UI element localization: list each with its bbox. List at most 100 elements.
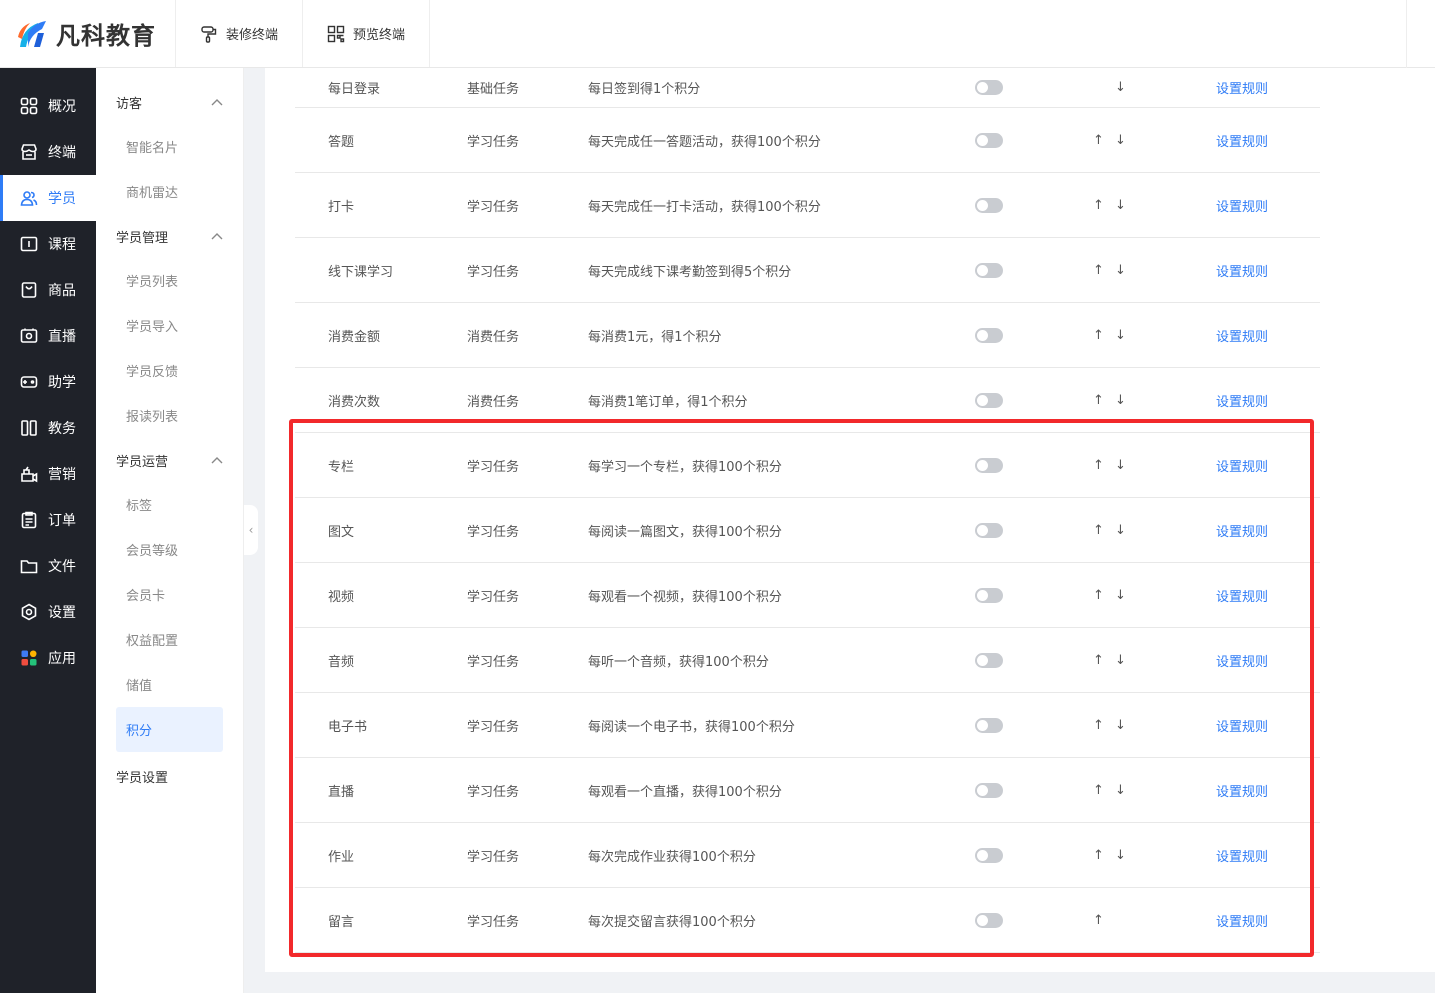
- task-enable-toggle[interactable]: [975, 522, 1003, 538]
- submenu-item[interactable]: 报读列表: [116, 393, 223, 438]
- submenu-item[interactable]: 权益配置: [116, 617, 223, 662]
- task-description: 每听一个音频，获得100个积分: [588, 654, 769, 670]
- sidebar-item-bag[interactable]: 商品: [0, 267, 96, 313]
- sidebar-item-columns[interactable]: 教务: [0, 405, 96, 451]
- set-rule-link[interactable]: 设置规则: [1216, 716, 1268, 735]
- sidebar-item-order[interactable]: 订单: [0, 497, 96, 543]
- submenu-item[interactable]: 学员导入: [116, 303, 223, 348]
- task-enable-toggle[interactable]: [975, 847, 1003, 863]
- qrcode-icon: [327, 25, 345, 42]
- set-rule-link[interactable]: 设置规则: [1216, 326, 1268, 345]
- task-enable-toggle[interactable]: [975, 80, 1003, 95]
- move-up-icon[interactable]: ↑: [1093, 848, 1104, 863]
- task-enable-toggle[interactable]: [975, 132, 1003, 148]
- set-rule-link[interactable]: 设置规则: [1216, 586, 1268, 605]
- move-up-icon[interactable]: ↑: [1093, 328, 1104, 343]
- sidebar-item-grid[interactable]: 概况: [0, 83, 96, 129]
- table-row: 线下课学习 学习任务 每天完成线下课考勤签到得5个积分 ↑ ↓ 设置规则: [295, 238, 1320, 303]
- move-down-icon[interactable]: ↓: [1115, 198, 1126, 213]
- move-down-icon[interactable]: ↓: [1115, 848, 1126, 863]
- submenu-item[interactable]: 商机雷达: [116, 169, 223, 214]
- task-description: 每次提交留言获得100个积分: [588, 914, 756, 930]
- collapse-submenu-handle[interactable]: ‹: [244, 505, 258, 555]
- submenu-group[interactable]: 学员管理: [116, 214, 223, 258]
- move-up-icon[interactable]: ↑: [1093, 263, 1104, 278]
- move-up-icon[interactable]: ↑: [1093, 393, 1104, 408]
- task-enable-toggle[interactable]: [975, 912, 1003, 928]
- sidebar-item-live[interactable]: 直播: [0, 313, 96, 359]
- brand-logo[interactable]: 凡科教育: [0, 0, 176, 67]
- move-up-icon[interactable]: ↑: [1093, 588, 1104, 603]
- task-type: 学习任务: [467, 849, 520, 865]
- task-enable-toggle[interactable]: [975, 262, 1003, 278]
- move-up-icon[interactable]: ↑: [1093, 198, 1104, 213]
- set-rule-link[interactable]: 设置规则: [1216, 196, 1268, 215]
- move-down-icon[interactable]: ↓: [1115, 393, 1126, 408]
- sidebar-item-marketing[interactable]: 营销: [0, 451, 96, 497]
- submenu-item[interactable]: 学员列表: [116, 258, 223, 303]
- task-enable-toggle[interactable]: [975, 652, 1003, 668]
- submenu-group[interactable]: 学员运营: [116, 438, 223, 482]
- sidebar-item-users[interactable]: 学员: [0, 175, 96, 221]
- task-name: 直播: [328, 784, 355, 800]
- task-type: 基础任务: [467, 82, 520, 97]
- submenu-item[interactable]: 学员反馈: [116, 348, 223, 393]
- move-up-icon[interactable]: ↑: [1093, 133, 1104, 148]
- sidebar-item-folder[interactable]: 文件: [0, 543, 96, 589]
- sidebar-item-store[interactable]: 终端: [0, 129, 96, 175]
- move-down-icon[interactable]: ↓: [1115, 133, 1126, 148]
- set-rule-link[interactable]: 设置规则: [1216, 78, 1268, 97]
- submenu-item[interactable]: 储值: [116, 662, 223, 707]
- table-row: 消费次数 消费任务 每消费1笔订单，得1个积分 ↑ ↓ 设置规则: [295, 368, 1320, 433]
- task-enable-toggle[interactable]: [975, 717, 1003, 733]
- move-down-icon[interactable]: ↓: [1115, 718, 1126, 733]
- sidebar-item-gamepad[interactable]: 助学: [0, 359, 96, 405]
- sidebar-item-apps[interactable]: 应用: [0, 635, 96, 681]
- move-down-icon[interactable]: ↓: [1115, 80, 1126, 95]
- task-enable-toggle[interactable]: [975, 327, 1003, 343]
- decorate-terminal-button[interactable]: 装修终端: [176, 0, 304, 67]
- set-rule-link[interactable]: 设置规则: [1216, 131, 1268, 150]
- move-down-icon[interactable]: ↓: [1115, 588, 1126, 603]
- move-up-icon[interactable]: ↑: [1093, 913, 1104, 928]
- set-rule-link[interactable]: 设置规则: [1216, 651, 1268, 670]
- set-rule-link[interactable]: 设置规则: [1216, 521, 1268, 540]
- sidebar-item-label: 订单: [48, 513, 76, 529]
- task-type: 学习任务: [467, 589, 520, 605]
- submenu-item-student-settings[interactable]: 学员设置: [116, 754, 223, 798]
- task-enable-toggle[interactable]: [975, 197, 1003, 213]
- task-enable-toggle[interactable]: [975, 782, 1003, 798]
- table-row: 消费金额 消费任务 每消费1元，得1个积分 ↑ ↓ 设置规则: [295, 303, 1320, 368]
- move-up-icon[interactable]: ↑: [1093, 718, 1104, 733]
- move-up-icon[interactable]: ↑: [1093, 783, 1104, 798]
- submenu-group[interactable]: 访客: [116, 80, 223, 124]
- move-down-icon[interactable]: ↓: [1115, 523, 1126, 538]
- move-up-icon[interactable]: ↑: [1093, 653, 1104, 668]
- submenu-item[interactable]: 积分: [116, 707, 223, 752]
- move-down-icon[interactable]: ↓: [1115, 653, 1126, 668]
- sidebar-item-settings[interactable]: 设置: [0, 589, 96, 635]
- set-rule-link[interactable]: 设置规则: [1216, 846, 1268, 865]
- set-rule-link[interactable]: 设置规则: [1216, 261, 1268, 280]
- task-enable-toggle[interactable]: [975, 587, 1003, 603]
- set-rule-link[interactable]: 设置规则: [1216, 391, 1268, 410]
- sidebar-item-course[interactable]: 课程: [0, 221, 96, 267]
- move-down-icon[interactable]: ↓: [1115, 328, 1126, 343]
- move-down-icon[interactable]: ↓: [1115, 458, 1126, 473]
- task-enable-toggle[interactable]: [975, 457, 1003, 473]
- set-rule-link[interactable]: 设置规则: [1216, 456, 1268, 475]
- submenu-item[interactable]: 标签: [116, 482, 223, 527]
- preview-terminal-button[interactable]: 预览终端: [303, 0, 431, 67]
- submenu-item[interactable]: 智能名片: [116, 124, 223, 169]
- sidebar-item-label: 商品: [48, 283, 76, 299]
- move-up-icon[interactable]: ↑: [1093, 458, 1104, 473]
- task-enable-toggle[interactable]: [975, 392, 1003, 408]
- set-rule-link[interactable]: 设置规则: [1216, 781, 1268, 800]
- submenu-item[interactable]: 会员等级: [116, 527, 223, 572]
- move-up-icon[interactable]: ↑: [1093, 523, 1104, 538]
- task-type: 学习任务: [467, 914, 520, 930]
- move-down-icon[interactable]: ↓: [1115, 263, 1126, 278]
- move-down-icon[interactable]: ↓: [1115, 783, 1126, 798]
- set-rule-link[interactable]: 设置规则: [1216, 911, 1268, 930]
- submenu-item[interactable]: 会员卡: [116, 572, 223, 617]
